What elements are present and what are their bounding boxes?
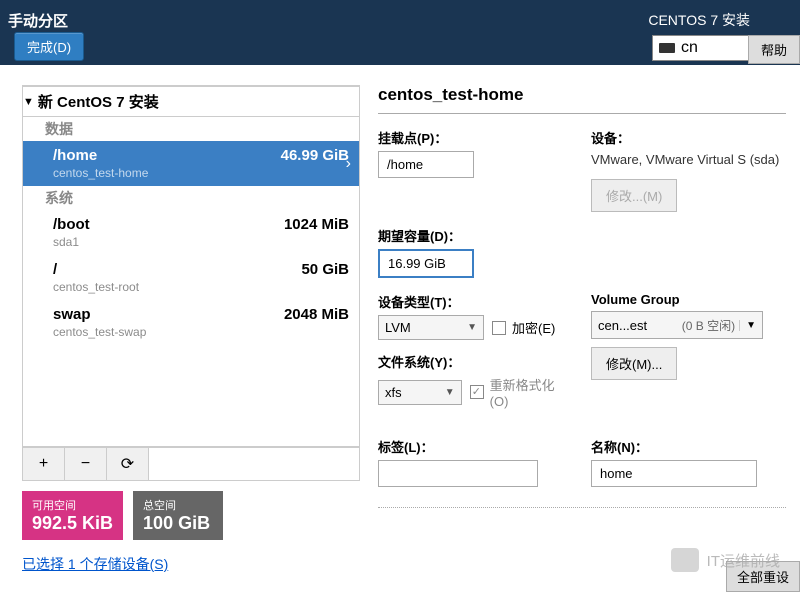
name-field-label: 名称(N)： bbox=[591, 437, 786, 456]
partition-size: 1024 MiB bbox=[284, 216, 349, 233]
available-space-value: 992.5 KiB bbox=[32, 513, 113, 534]
partition-device: sda1 bbox=[53, 235, 349, 249]
wechat-icon bbox=[671, 548, 699, 572]
filesystem-select[interactable]: xfs ▼ bbox=[378, 380, 462, 405]
section-data: 数据 bbox=[23, 117, 359, 141]
keyboard-layout: cn bbox=[681, 39, 698, 57]
device-type-label: 设备类型(T)： bbox=[378, 292, 573, 311]
partition-tree-panel: ▼ 新 CentOS 7 安装 数据 /home 46.99 GiB cento… bbox=[22, 85, 360, 574]
chevron-down-icon: ▼ bbox=[445, 387, 455, 398]
tag-input[interactable] bbox=[378, 460, 538, 487]
capacity-label: 期望容量(D)： bbox=[378, 226, 573, 245]
keyboard-icon bbox=[659, 43, 675, 53]
volume-group-select[interactable]: cen...est (0 B 空闲) ▼ bbox=[591, 311, 763, 339]
total-space-box: 总空间 100 GiB bbox=[133, 491, 223, 540]
keyboard-selector[interactable]: cn bbox=[652, 35, 752, 61]
partition-device: centos_test-root bbox=[53, 280, 349, 294]
page-title: 手动分区 bbox=[8, 10, 68, 31]
done-button[interactable]: 完成(D) bbox=[14, 32, 84, 61]
watermark: IT运维前线 bbox=[671, 548, 780, 572]
available-space-label: 可用空间 bbox=[32, 497, 113, 513]
partition-mount: swap bbox=[53, 306, 91, 323]
tree-header[interactable]: ▼ 新 CentOS 7 安装 bbox=[23, 86, 359, 117]
reformat-checkbox[interactable] bbox=[470, 385, 484, 399]
remove-partition-button[interactable]: − bbox=[65, 448, 107, 480]
partition-boot[interactable]: /boot 1024 MiB sda1 bbox=[23, 210, 359, 255]
partition-details-panel: centos_test-home 挂载点(P)： 设备： VMware, VMw… bbox=[378, 85, 790, 574]
watermark-text: IT运维前线 bbox=[707, 550, 780, 571]
capacity-input[interactable] bbox=[378, 249, 474, 278]
add-partition-button[interactable]: + bbox=[23, 448, 65, 480]
help-button[interactable]: 帮助 bbox=[748, 35, 800, 64]
divider bbox=[378, 507, 786, 508]
partition-root[interactable]: / 50 GiB centos_test-root bbox=[23, 255, 359, 300]
total-space-value: 100 GiB bbox=[143, 513, 213, 534]
modify-device-button[interactable]: 修改...(M) bbox=[591, 179, 677, 212]
vg-name: cen...est bbox=[592, 318, 682, 333]
mount-label: 挂载点(P)： bbox=[378, 128, 573, 147]
device-type-select[interactable]: LVM ▼ bbox=[378, 315, 484, 340]
device-value: VMware, VMware Virtual S (sda) bbox=[591, 151, 786, 169]
partition-size: 46.99 GiB bbox=[281, 147, 349, 164]
topbar: 手动分区 完成(D) CENTOS 7 安装 cn 帮助 bbox=[0, 0, 800, 65]
name-input[interactable] bbox=[591, 460, 757, 487]
vg-free-space: (0 B 空闲) bbox=[682, 317, 739, 334]
available-space-box: 可用空间 992.5 KiB bbox=[22, 491, 123, 540]
section-system: 系统 bbox=[23, 186, 359, 210]
reload-button[interactable]: ⟳ bbox=[107, 448, 149, 480]
tree-title: 新 CentOS 7 安装 bbox=[38, 91, 159, 112]
encrypt-checkbox[interactable] bbox=[492, 321, 506, 335]
storage-devices-link[interactable]: 已选择 1 个存储设备(S) bbox=[22, 554, 168, 574]
device-label: 设备： bbox=[591, 128, 786, 147]
partition-swap[interactable]: swap 2048 MiB centos_test-swap bbox=[23, 300, 359, 345]
details-title: centos_test-home bbox=[378, 85, 786, 114]
filesystem-value: xfs bbox=[385, 385, 402, 400]
chevron-right-icon: › bbox=[346, 155, 351, 173]
partition-home[interactable]: /home 46.99 GiB centos_test-home › bbox=[23, 141, 359, 186]
encrypt-label: 加密(E) bbox=[512, 318, 555, 337]
partition-mount: /boot bbox=[53, 216, 90, 233]
reformat-label: 重新格式化(O) bbox=[490, 375, 573, 409]
collapse-icon: ▼ bbox=[23, 96, 34, 108]
tag-label: 标签(L)： bbox=[378, 437, 573, 456]
mount-input[interactable] bbox=[378, 151, 474, 178]
total-space-label: 总空间 bbox=[143, 497, 213, 513]
modify-vg-button[interactable]: 修改(M)... bbox=[591, 347, 677, 380]
partition-device: centos_test-swap bbox=[53, 325, 349, 339]
fs-label: 文件系统(Y)： bbox=[378, 352, 573, 371]
partition-action-bar: + − ⟳ bbox=[22, 447, 360, 481]
chevron-down-icon: ▼ bbox=[739, 320, 762, 331]
partition-size: 2048 MiB bbox=[284, 306, 349, 323]
installer-name: CENTOS 7 安装 bbox=[648, 12, 750, 28]
partition-mount: / bbox=[53, 261, 57, 278]
device-type-value: LVM bbox=[385, 320, 411, 335]
vg-label: Volume Group bbox=[591, 292, 786, 307]
topbar-right: CENTOS 7 安装 bbox=[648, 10, 800, 30]
partition-size: 50 GiB bbox=[301, 261, 349, 278]
partition-device: centos_test-home bbox=[53, 166, 349, 180]
partition-mount: /home bbox=[53, 147, 97, 164]
chevron-down-icon: ▼ bbox=[467, 322, 477, 333]
